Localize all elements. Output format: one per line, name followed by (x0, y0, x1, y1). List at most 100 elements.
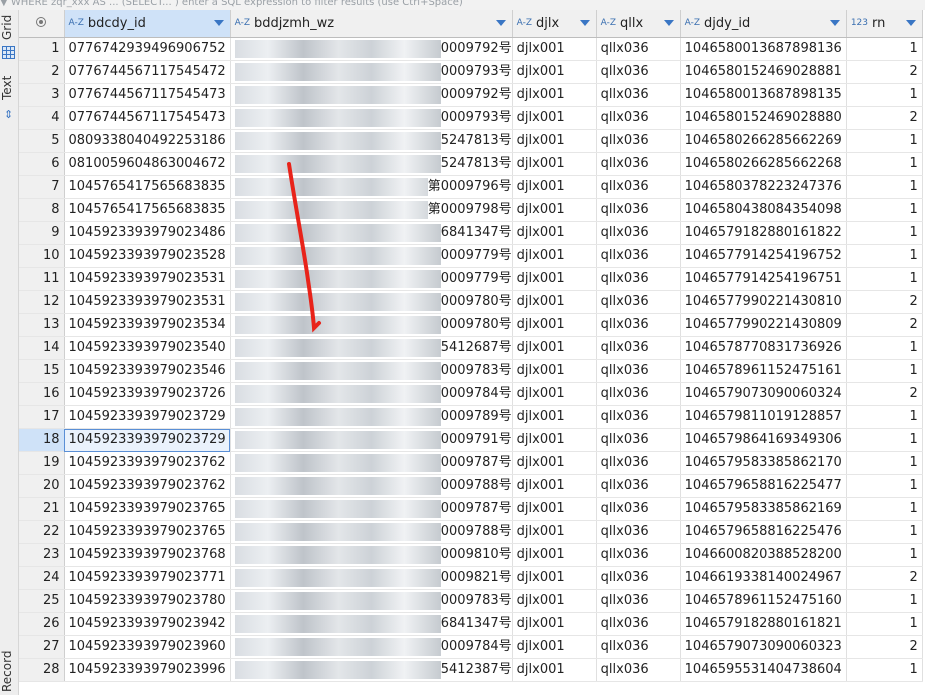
cell-bddjzmh-wz[interactable]: 0009821号 (230, 566, 513, 590)
row-number[interactable]: 12 (19, 290, 65, 314)
cell-djdy-id[interactable]: 1046579583385862170 (680, 451, 847, 475)
cell-bdcdy-id[interactable]: 0809338040492253186 (64, 129, 231, 153)
cell-djlx[interactable]: djlx001 (512, 129, 597, 153)
table-row[interactable]: 4 0776744567117545473 0009793号 djlx001 qllx0… (19, 106, 923, 130)
table-row[interactable]: 26 1045923393979023942 6841347号 djlx001 qllx… (19, 612, 923, 636)
cell-rn[interactable]: 1 (846, 474, 923, 498)
cell-bddjzmh-wz[interactable]: 0009788号 (230, 474, 513, 498)
tab-text[interactable]: Text (0, 72, 18, 104)
cell-qllx[interactable]: qllx036 (596, 428, 681, 452)
row-number[interactable]: 17 (19, 405, 65, 429)
cell-bdcdy-id[interactable]: 0776744567117545473 (64, 106, 231, 130)
cell-qllx[interactable]: qllx036 (596, 37, 681, 61)
tab-grid[interactable]: Grid (0, 12, 18, 42)
cell-qllx[interactable]: qllx036 (596, 382, 681, 406)
cell-djlx[interactable]: djlx001 (512, 106, 597, 130)
table-row[interactable]: 8 1045765417565683835 第0009798号 djlx001 qllx… (19, 198, 923, 222)
cell-djlx[interactable]: djlx001 (512, 520, 597, 544)
cell-rn[interactable]: 2 (846, 106, 923, 130)
cell-bddjzmh-wz[interactable]: 0009784号 (230, 635, 513, 659)
cell-rn[interactable]: 1 (846, 37, 923, 61)
cell-djlx[interactable]: djlx001 (512, 313, 597, 337)
cell-djlx[interactable]: djlx001 (512, 60, 597, 84)
cell-qllx[interactable]: qllx036 (596, 566, 681, 590)
table-row[interactable]: 23 1045923393979023768 0009810号 djlx001 qllx… (19, 543, 923, 567)
cell-bddjzmh-wz[interactable]: 0009791号 (230, 428, 513, 452)
cell-bddjzmh-wz[interactable]: 0009780号 (230, 313, 513, 337)
cell-qllx[interactable]: qllx036 (596, 129, 681, 153)
cell-bdcdy-id[interactable]: 0776744567117545472 (64, 60, 231, 84)
cell-djdy-id[interactable]: 1046580266285662269 (680, 129, 847, 153)
cell-bdcdy-id[interactable]: 1045923393979023528 (64, 244, 231, 268)
sort-arrow-icon[interactable] (905, 20, 916, 26)
cell-djlx[interactable]: djlx001 (512, 612, 597, 636)
cell-bddjzmh-wz[interactable]: 0009787号 (230, 451, 513, 475)
sort-arrow-icon[interactable] (663, 20, 674, 26)
cell-bddjzmh-wz[interactable]: 0009779号 (230, 267, 513, 291)
cell-bdcdy-id[interactable]: 1045923393979023765 (64, 520, 231, 544)
table-row[interactable]: 6 0810059604863004672 5247813号 djlx001 qllx0… (19, 152, 923, 176)
cell-djlx[interactable]: djlx001 (512, 451, 597, 475)
cell-bddjzmh-wz[interactable]: 0009792号 (230, 37, 513, 61)
cell-rn[interactable]: 1 (846, 267, 923, 291)
table-row[interactable]: 11 1045923393979023531 0009779号 djlx001 qllx… (19, 267, 923, 291)
cell-qllx[interactable]: qllx036 (596, 336, 681, 360)
column-header-qllx[interactable]: A-Z qllx (596, 10, 681, 38)
cell-bddjzmh-wz[interactable]: 0009792号 (230, 83, 513, 107)
table-row[interactable]: 17 1045923393979023729 0009789号 djlx001 qllx… (19, 405, 923, 429)
cell-bdcdy-id[interactable]: 0776744567117545473 (64, 83, 231, 107)
cell-qllx[interactable]: qllx036 (596, 244, 681, 268)
row-number[interactable]: 3 (19, 83, 65, 107)
cell-djdy-id[interactable]: 1046578961152475160 (680, 589, 847, 613)
cell-qllx[interactable]: qllx036 (596, 198, 681, 222)
cell-bddjzmh-wz[interactable]: 0009788号 (230, 520, 513, 544)
cell-djlx[interactable]: djlx001 (512, 405, 597, 429)
table-row[interactable]: 20 1045923393979023762 0009788号 djlx001 qllx… (19, 474, 923, 498)
table-row[interactable]: 14 1045923393979023540 5412687号 djlx001 qllx… (19, 336, 923, 360)
cell-qllx[interactable]: qllx036 (596, 589, 681, 613)
cell-djdy-id[interactable]: 1046600820388528200 (680, 543, 847, 567)
text-icon[interactable]: ⇕ (4, 108, 13, 121)
table-row[interactable]: 15 1045923393979023546 0009783号 djlx001 qllx… (19, 359, 923, 383)
cell-djdy-id[interactable]: 1046619338140024967 (680, 566, 847, 590)
cell-bddjzmh-wz[interactable]: 0009789号 (230, 405, 513, 429)
cell-djlx[interactable]: djlx001 (512, 198, 597, 222)
cell-djdy-id[interactable]: 1046579073090060323 (680, 635, 847, 659)
cell-qllx[interactable]: qllx036 (596, 474, 681, 498)
column-header-rn[interactable]: 123 rn (846, 10, 923, 38)
table-row[interactable]: 27 1045923393979023960 0009784号 djlx001 qllx… (19, 635, 923, 659)
cell-bddjzmh-wz[interactable]: 6841347号 (230, 612, 513, 636)
cell-djlx[interactable]: djlx001 (512, 543, 597, 567)
cell-bddjzmh-wz[interactable]: 0009784号 (230, 382, 513, 406)
cell-djdy-id[interactable]: 1046579658816225477 (680, 474, 847, 498)
cell-djdy-id[interactable]: 1046580013687898135 (680, 83, 847, 107)
cell-djlx[interactable]: djlx001 (512, 267, 597, 291)
row-number[interactable]: 11 (19, 267, 65, 291)
table-row[interactable]: 28 1045923393979023996 5412387号 djlx001 qllx… (19, 658, 923, 682)
select-all-corner[interactable] (19, 10, 65, 38)
row-number[interactable]: 16 (19, 382, 65, 406)
cell-rn[interactable]: 1 (846, 543, 923, 567)
row-number[interactable]: 2 (19, 60, 65, 84)
row-number[interactable]: 6 (19, 152, 65, 176)
row-number[interactable]: 10 (19, 244, 65, 268)
cell-qllx[interactable]: qllx036 (596, 267, 681, 291)
cell-djlx[interactable]: djlx001 (512, 244, 597, 268)
cell-bdcdy-id[interactable]: 1045923393979023726 (64, 382, 231, 406)
cell-rn[interactable]: 1 (846, 428, 923, 452)
row-number[interactable]: 25 (19, 589, 65, 613)
cell-djdy-id[interactable]: 1046580438084354098 (680, 198, 847, 222)
row-number[interactable]: 14 (19, 336, 65, 360)
cell-rn[interactable]: 1 (846, 152, 923, 176)
table-row[interactable]: 7 1045765417565683835 第0009796号 djlx001 qllx… (19, 175, 923, 199)
cell-bddjzmh-wz[interactable]: 0009793号 (230, 60, 513, 84)
cell-djdy-id[interactable]: 1046577990221430810 (680, 290, 847, 314)
cell-qllx[interactable]: qllx036 (596, 497, 681, 521)
cell-rn[interactable]: 1 (846, 175, 923, 199)
cell-djdy-id[interactable]: 1046579182880161822 (680, 221, 847, 245)
table-row[interactable]: 1 0776742939496906752 0009792号 djlx001 qllx0… (19, 37, 923, 61)
cell-bdcdy-id[interactable]: 1045923393979023546 (64, 359, 231, 383)
cell-qllx[interactable]: qllx036 (596, 635, 681, 659)
cell-qllx[interactable]: qllx036 (596, 221, 681, 245)
cell-rn[interactable]: 1 (846, 520, 923, 544)
